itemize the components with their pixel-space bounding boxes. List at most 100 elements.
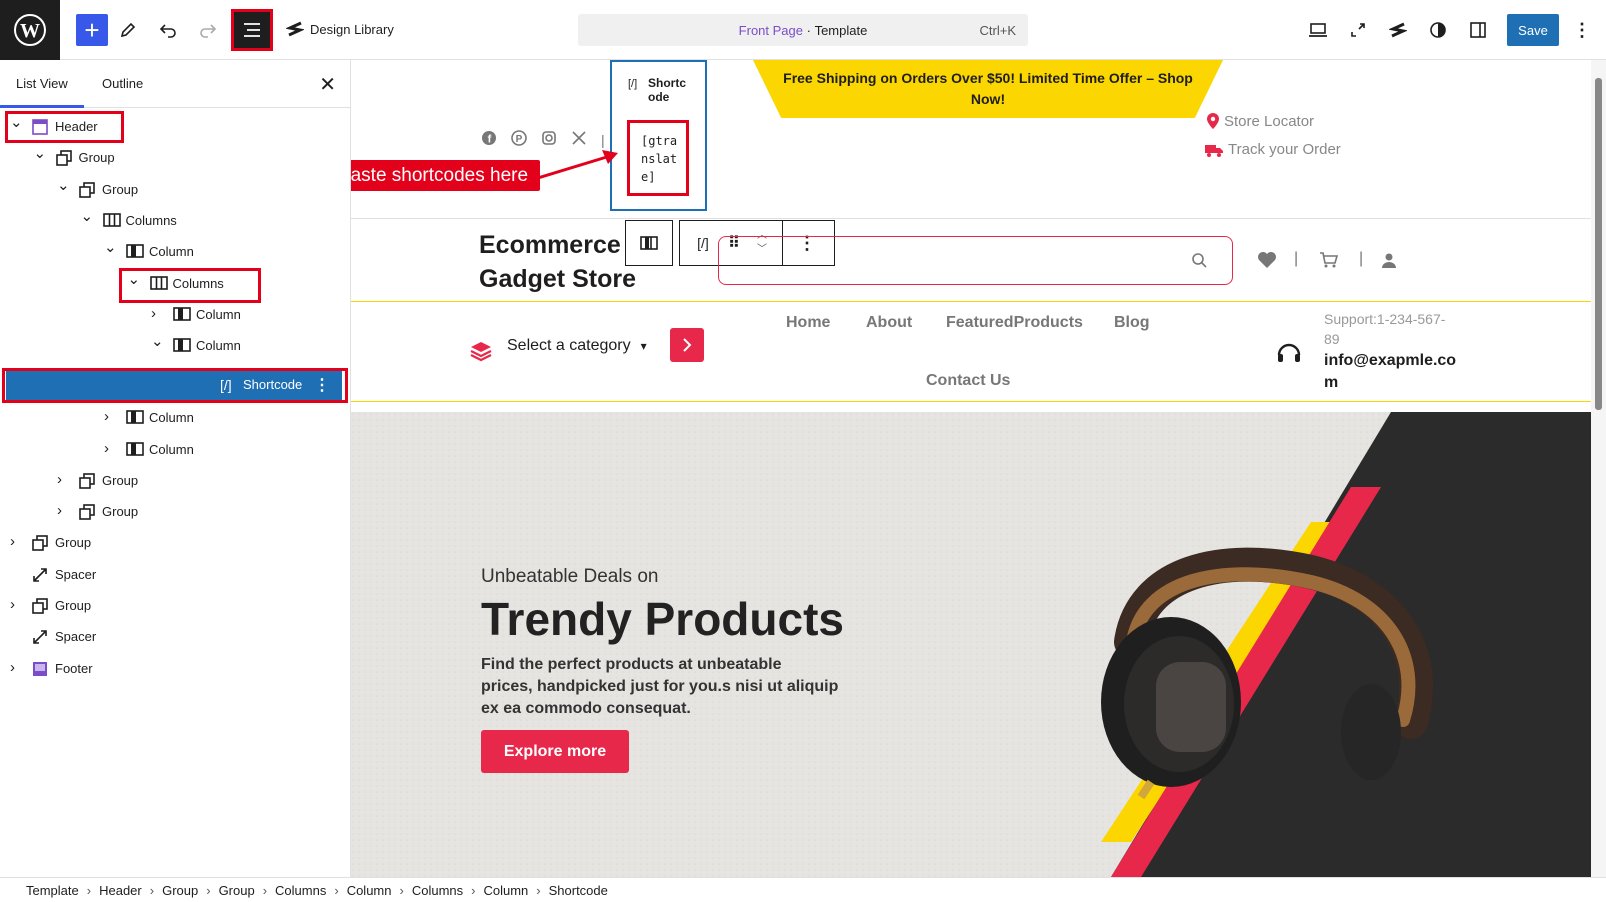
chevron-right-icon[interactable]: › bbox=[57, 502, 62, 519]
close-icon[interactable]: ✕ bbox=[319, 72, 336, 97]
x-twitter-icon[interactable] bbox=[571, 130, 587, 149]
instagram-icon[interactable] bbox=[541, 130, 557, 149]
promo-banner[interactable]: Free Shipping on Orders Over $50! Limite… bbox=[753, 60, 1223, 118]
chevron-down-icon[interactable]: ⌄ bbox=[128, 270, 141, 288]
explore-more-button[interactable]: Explore more bbox=[481, 730, 629, 773]
canvas-scrollbar[interactable] bbox=[1591, 60, 1606, 877]
chevron-down-icon[interactable]: ⌄ bbox=[81, 207, 94, 225]
breadcrumb-separator: › bbox=[149, 882, 155, 898]
breadcrumb-item[interactable]: Group bbox=[219, 883, 255, 898]
cart-icon[interactable] bbox=[1319, 251, 1339, 269]
breadcrumb-item[interactable]: Columns bbox=[275, 883, 326, 898]
stackable-settings-icon[interactable] bbox=[1386, 18, 1410, 42]
chevron-down-icon[interactable]: ⌄ bbox=[151, 332, 164, 350]
breadcrumb-item[interactable]: Group bbox=[162, 883, 198, 898]
nav-home[interactable]: Home bbox=[786, 314, 830, 332]
tree-item-column[interactable]: ⌄ Column bbox=[0, 236, 351, 268]
fullscreen-icon[interactable] bbox=[1346, 18, 1370, 42]
chevron-down-icon[interactable]: ⌄ bbox=[10, 113, 23, 131]
tree-item-columns[interactable]: ⌄ Columns bbox=[0, 268, 351, 300]
tree-item-label: Column bbox=[149, 442, 194, 457]
breadcrumb-item[interactable]: Template bbox=[26, 883, 79, 898]
tree-item-spacer[interactable]: Spacer bbox=[0, 621, 351, 653]
tree-item-group[interactable]: › Group bbox=[0, 527, 351, 559]
tree-item-column[interactable]: › Column bbox=[0, 402, 351, 434]
site-title[interactable]: Ecommerce Gadget Store bbox=[479, 228, 636, 296]
pinterest-icon[interactable]: P bbox=[511, 130, 527, 149]
user-account-icon[interactable] bbox=[1381, 252, 1397, 268]
shortcode-title-line2: ode bbox=[648, 90, 670, 104]
pencil-icon[interactable] bbox=[116, 18, 140, 42]
search-input[interactable] bbox=[718, 236, 1233, 285]
tree-item-column[interactable]: › Column bbox=[0, 299, 351, 331]
headphones-image bbox=[1101, 547, 1434, 800]
chevron-right-icon[interactable]: › bbox=[151, 305, 156, 322]
tree-item-shortcode[interactable]: [/] Shortcode ⋮ bbox=[6, 369, 342, 401]
chevron-right-icon[interactable]: › bbox=[104, 440, 109, 457]
tab-list-view[interactable]: List View bbox=[0, 76, 84, 108]
chevron-right-icon[interactable]: › bbox=[57, 471, 62, 488]
chevron-right-icon[interactable]: › bbox=[10, 533, 15, 550]
store-locator-link[interactable]: Store Locator bbox=[1206, 112, 1314, 130]
tree-item-spacer[interactable]: Spacer bbox=[0, 559, 351, 591]
breadcrumb-item[interactable]: Column bbox=[483, 883, 528, 898]
tree-item-columns[interactable]: ⌄ Columns bbox=[0, 205, 351, 237]
tree-item-group[interactable]: ⌄ Group bbox=[0, 174, 351, 206]
track-order-link[interactable]: Track your Order bbox=[1204, 141, 1341, 158]
group-icon bbox=[32, 535, 48, 551]
chevron-right-icon[interactable]: › bbox=[10, 659, 15, 676]
chevron-down-icon[interactable]: ⌄ bbox=[57, 176, 70, 194]
save-button[interactable]: Save bbox=[1507, 14, 1559, 46]
heart-icon[interactable] bbox=[1257, 251, 1277, 269]
tree-item-column[interactable]: › Column bbox=[0, 434, 351, 466]
tab-outline[interactable]: Outline bbox=[102, 76, 143, 91]
breadcrumb-item[interactable]: Header bbox=[99, 883, 142, 898]
category-go-button[interactable] bbox=[670, 328, 704, 362]
breadcrumb-item[interactable]: Shortcode bbox=[549, 883, 608, 898]
shortcode-block[interactable]: [/] Shortc ode [gtra nslat e] bbox=[610, 60, 707, 211]
tree-item-group[interactable]: › Group bbox=[0, 496, 351, 528]
command-palette-button[interactable]: Front Page · Template Ctrl+K bbox=[578, 14, 1028, 46]
tree-item-group[interactable]: › Group bbox=[0, 465, 351, 497]
nav-blog[interactable]: Blog bbox=[1114, 314, 1150, 332]
shortcut-hint: Ctrl+K bbox=[979, 22, 1016, 38]
shortcode-line1: [gtra bbox=[641, 134, 678, 148]
support-email[interactable]: info@exapmle.co m bbox=[1324, 350, 1456, 394]
desktop-preview-icon[interactable] bbox=[1306, 18, 1330, 42]
scrollbar-thumb[interactable] bbox=[1595, 78, 1602, 410]
breadcrumb-item[interactable]: Column bbox=[347, 883, 392, 898]
tree-item-group[interactable]: › Group bbox=[0, 590, 351, 622]
tree-item-header[interactable]: ⌄ Header bbox=[0, 111, 351, 143]
category-select[interactable]: Select a category ▾ bbox=[507, 337, 647, 355]
editor-canvas[interactable]: Free Shipping on Orders Over $50! Limite… bbox=[351, 60, 1591, 877]
tree-item-footer[interactable]: › Footer bbox=[0, 653, 351, 685]
tree-item-column[interactable]: ⌄ Column bbox=[0, 330, 351, 362]
redo-icon[interactable] bbox=[196, 18, 220, 42]
tree-item-group[interactable]: ⌄ Group bbox=[0, 142, 351, 174]
wordpress-logo-icon[interactable]: W bbox=[0, 0, 60, 60]
tree-item-options-icon[interactable]: ⋮ bbox=[314, 375, 330, 395]
chevron-down-icon[interactable]: ⌄ bbox=[104, 238, 117, 256]
truck-icon bbox=[1205, 144, 1223, 157]
nav-about[interactable]: About bbox=[866, 314, 912, 332]
block-parent-selector[interactable] bbox=[625, 220, 673, 266]
chevron-right-icon[interactable]: › bbox=[104, 408, 109, 425]
nav-contact-us[interactable]: Contact Us bbox=[926, 372, 1010, 390]
settings-sidebar-icon[interactable] bbox=[1466, 18, 1490, 42]
search-icon[interactable] bbox=[1191, 252, 1207, 268]
breadcrumb-item[interactable]: Columns bbox=[412, 883, 463, 898]
list-view-toggle-button[interactable] bbox=[231, 9, 273, 51]
facebook-icon[interactable]: f bbox=[481, 130, 497, 149]
chevron-right-icon[interactable]: › bbox=[10, 596, 15, 613]
column-icon bbox=[173, 307, 191, 323]
breadcrumb-separator: › bbox=[206, 882, 211, 898]
support-phone-line1: Support:1-234-567- bbox=[1324, 311, 1446, 327]
undo-icon[interactable] bbox=[156, 18, 180, 42]
add-block-button[interactable]: + bbox=[76, 14, 108, 46]
shortcode-input[interactable]: [gtra nslat e] bbox=[627, 120, 689, 196]
chevron-down-icon[interactable]: ⌄ bbox=[34, 144, 47, 162]
styles-contrast-icon[interactable] bbox=[1426, 18, 1450, 42]
design-library-button[interactable]: Design Library bbox=[286, 20, 394, 38]
options-kebab-icon[interactable]: ⋮ bbox=[1570, 18, 1594, 42]
nav-featured-products[interactable]: FeaturedProducts bbox=[946, 314, 1083, 332]
